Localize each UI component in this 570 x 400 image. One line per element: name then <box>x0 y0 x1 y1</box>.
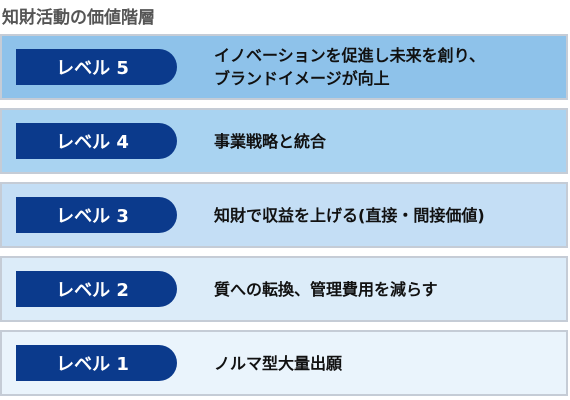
level-description-5: イノベーションを促進し未来を創り、 ブランドイメージが向上 <box>214 46 486 88</box>
level-row-2: レベル 2 質への転換、管理費用を減らす <box>0 256 568 322</box>
level-badge-5: レベル 5 <box>16 49 177 85</box>
level-badge-4: レベル 4 <box>16 123 177 159</box>
level-description-4: 事業戦略と統合 <box>214 131 327 151</box>
level-row-3: レベル 3 知財で収益を上げる(直接・間接価値) <box>0 182 568 248</box>
level-description-3: 知財で収益を上げる(直接・間接価値) <box>214 205 485 225</box>
level-row-1: レベル 1 ノルマ型大量出願 <box>0 330 568 396</box>
page-title: 知財活動の価値階層 <box>2 8 155 28</box>
level-row-4: レベル 4 事業戦略と統合 <box>0 108 568 174</box>
level-badge-3: レベル 3 <box>16 197 177 233</box>
level-badge-2: レベル 2 <box>16 271 177 307</box>
level-row-5: レベル 5 イノベーションを促進し未来を創り、 ブランドイメージが向上 <box>0 34 568 100</box>
level-badge-1: レベル 1 <box>16 345 177 381</box>
level-description-1: ノルマ型大量出願 <box>214 353 343 373</box>
level-description-2: 質への転換、管理費用を減らす <box>214 279 438 299</box>
